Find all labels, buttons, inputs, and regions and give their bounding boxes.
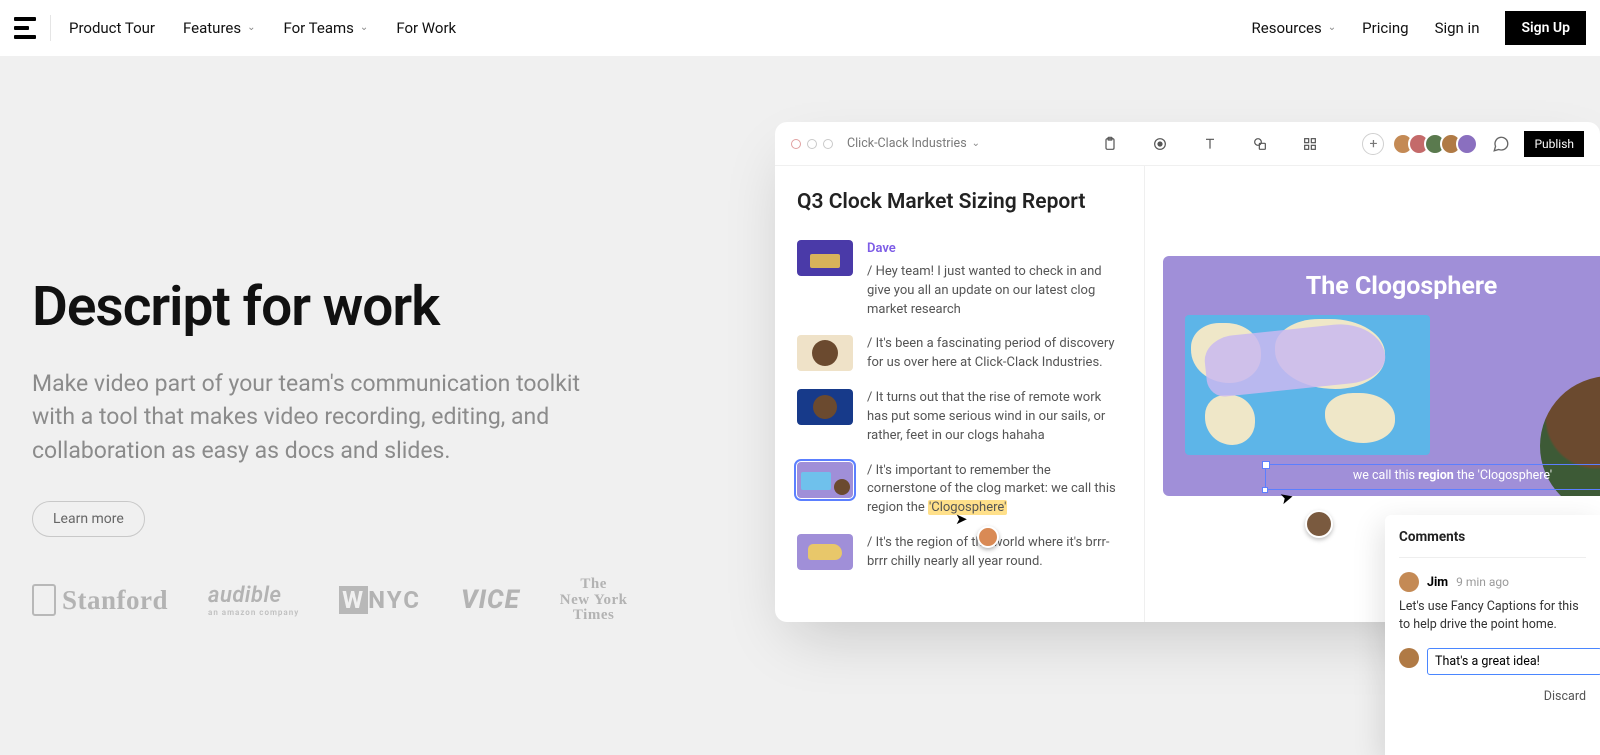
top-nav: Product Tour Features⌄ For Teams⌄ For Wo…: [0, 0, 1600, 56]
slide-preview[interactable]: The Clogosphere: [1163, 256, 1600, 496]
collaborator-cursor-avatar: [977, 526, 999, 548]
transcript-row[interactable]: / It turns out that the rise of remote w…: [797, 389, 1122, 446]
clip-thumbnail[interactable]: [797, 335, 853, 371]
clip-thumbnail[interactable]: [797, 389, 853, 425]
transcript-text[interactable]: / It turns out that the rise of remote w…: [867, 389, 1122, 446]
comment-author: Jim: [1427, 575, 1448, 590]
slide-title: The Clogosphere: [1181, 272, 1600, 301]
signup-button[interactable]: Sign Up: [1505, 11, 1586, 45]
collaborator-avatars: [1392, 133, 1478, 155]
comment-body: Let's use Fancy Captions for this to hel…: [1399, 598, 1586, 634]
transcript-text[interactable]: / It's been a fascinating period of disc…: [867, 335, 1122, 373]
brand-logo[interactable]: [14, 17, 36, 39]
document-title[interactable]: Q3 Clock Market Sizing Report: [797, 190, 1122, 214]
transcript-row[interactable]: Dave / Hey team! I just wanted to check …: [797, 240, 1122, 319]
record-icon[interactable]: [1152, 136, 1168, 152]
transcript-text[interactable]: / It's important to remember the corners…: [867, 462, 1122, 519]
comment-avatar: [1399, 572, 1419, 592]
add-collaborator-button[interactable]: +: [1362, 133, 1384, 155]
comments-title: Comments: [1399, 529, 1586, 558]
comments-panel: Comments Jim 9 min ago Let's use Fancy C…: [1385, 515, 1600, 755]
chevron-down-icon: ⌄: [1328, 22, 1336, 33]
clip-thumbnail[interactable]: [797, 534, 853, 570]
transcript-text[interactable]: Dave / Hey team! I just wanted to check …: [867, 240, 1122, 319]
logo-vice: VICE: [461, 585, 520, 615]
avatar[interactable]: [1456, 133, 1478, 155]
caption-selection-box[interactable]: we call this region the 'Clogosphere': [1265, 464, 1600, 490]
window-traffic-lights[interactable]: [791, 139, 833, 149]
nav-resources[interactable]: Resources⌄: [1252, 19, 1337, 37]
nav-product-tour[interactable]: Product Tour: [69, 19, 155, 37]
slide-map-graphic: [1185, 315, 1430, 455]
cursor-icon: ➤: [955, 510, 968, 528]
nav-signin[interactable]: Sign in: [1435, 19, 1480, 37]
nav-for-teams[interactable]: For Teams⌄: [283, 19, 368, 37]
comment-reply-input[interactable]: [1427, 648, 1600, 675]
highlighted-text: 'Clogosphere': [928, 500, 1007, 515]
grid-icon[interactable]: [1302, 136, 1318, 152]
hero-section: Descript for work Make video part of you…: [32, 275, 672, 537]
logo-wnyc: WNYC: [339, 586, 421, 614]
logo-stanford: Stanford: [32, 584, 168, 616]
transcript-row[interactable]: / It's been a fascinating period of disc…: [797, 335, 1122, 373]
clip-thumbnail-selected[interactable]: [797, 462, 853, 498]
chevron-down-icon: ⌄: [972, 138, 980, 149]
nav-separator: [50, 15, 51, 41]
comment-timestamp: 9 min ago: [1456, 575, 1509, 589]
toolbar-icons: [1102, 136, 1318, 152]
comment-reply-row: [1399, 648, 1586, 675]
caption-text[interactable]: we call this region the 'Clogosphere': [1266, 468, 1600, 483]
hero-title: Descript for work: [32, 275, 672, 339]
nav-left-group: Product Tour Features⌄ For Teams⌄ For Wo…: [69, 19, 456, 37]
collaborator-cursor-avatar: [1305, 510, 1333, 538]
hero-subtitle: Make video part of your team's communica…: [32, 367, 592, 467]
clipboard-icon[interactable]: [1102, 136, 1118, 152]
project-selector[interactable]: Click-Clack Industries⌄: [847, 136, 980, 151]
chevron-down-icon: ⌄: [360, 22, 368, 33]
discard-button[interactable]: Discard: [1399, 689, 1586, 704]
text-icon[interactable]: [1202, 136, 1218, 152]
nav-pricing[interactable]: Pricing: [1362, 19, 1408, 37]
transcript-row[interactable]: / It's the region of the world where it'…: [797, 534, 1122, 572]
comment-avatar: [1399, 648, 1419, 668]
chevron-down-icon: ⌄: [247, 22, 255, 33]
shapes-icon[interactable]: [1252, 136, 1268, 152]
logo-nyt: TheNew YorkTimes: [560, 577, 628, 624]
clip-thumbnail[interactable]: [797, 240, 853, 276]
learn-more-button[interactable]: Learn more: [32, 501, 145, 537]
brand-logo-row: Stanford audiblean amazon company WNYC V…: [32, 577, 628, 624]
nav-right-group: Resources⌄ Pricing Sign in Sign Up: [1252, 11, 1587, 45]
nav-features[interactable]: Features⌄: [183, 19, 255, 37]
app-titlebar: Click-Clack Industries⌄ + Publish: [775, 122, 1600, 166]
nav-for-work[interactable]: For Work: [396, 19, 456, 37]
transcript-row[interactable]: / It's important to remember the corners…: [797, 462, 1122, 519]
comment-header: Jim 9 min ago: [1399, 572, 1586, 592]
app-top-right: + Publish: [1362, 131, 1584, 157]
logo-audible: audiblean amazon company: [208, 583, 299, 617]
transcript-panel: Q3 Clock Market Sizing Report Dave / Hey…: [775, 166, 1145, 622]
comment-icon[interactable]: [1492, 135, 1510, 153]
speaker-label: Dave: [867, 240, 1122, 259]
publish-button[interactable]: Publish: [1524, 131, 1584, 157]
